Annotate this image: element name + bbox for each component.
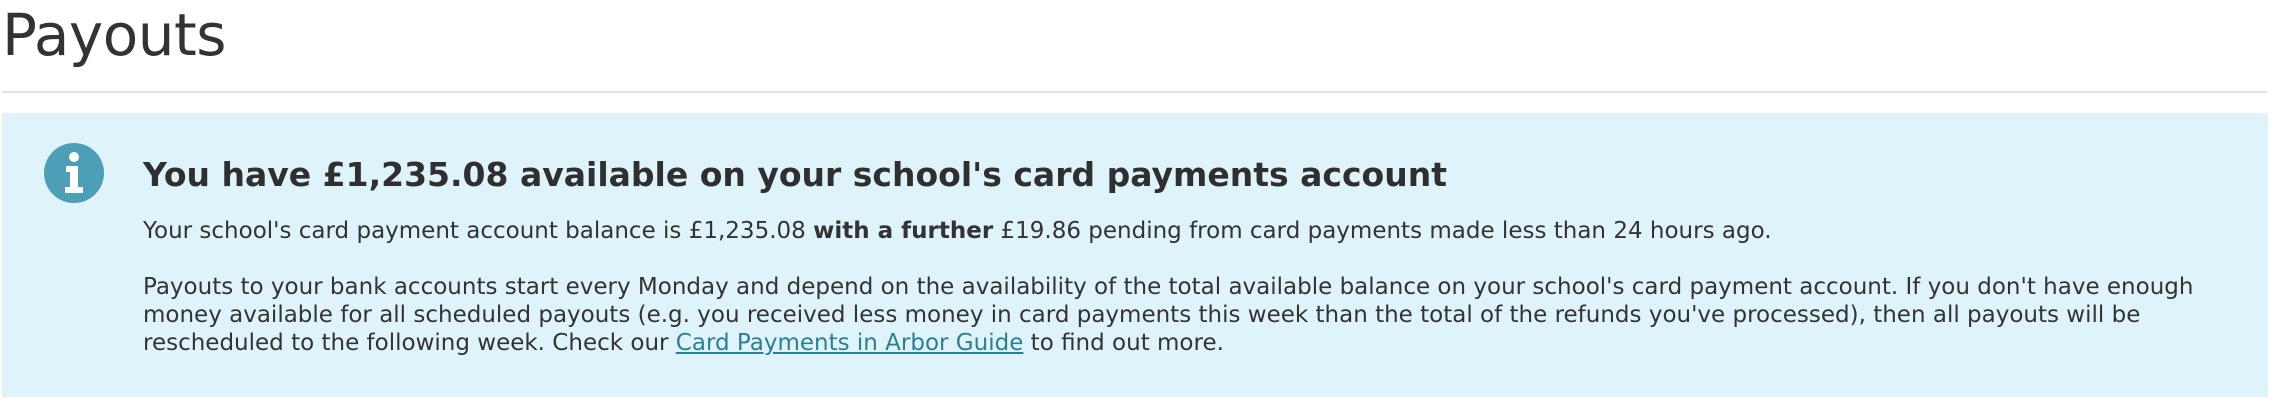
- notice-heading: You have £1,235.08 available on your sch…: [143, 155, 1447, 194]
- info-icon: [43, 142, 105, 204]
- balance-summary: Your school's card payment account balan…: [143, 216, 1772, 246]
- balance-text-emphasis: with a further: [813, 218, 994, 244]
- card-payments-guide-link[interactable]: Card Payments in Arbor Guide: [676, 330, 1024, 356]
- page-title: Payouts: [2, 1, 226, 69]
- title-divider: [2, 91, 2267, 93]
- payout-schedule-text: Payouts to your bank accounts start ever…: [143, 273, 2243, 357]
- payout-text-end: to find out more.: [1023, 330, 1224, 356]
- balance-text-end: £19.86 pending from card payments made l…: [993, 218, 1772, 244]
- balance-text-start: Your school's card payment account balan…: [143, 218, 814, 244]
- card-payments-notice: You have £1,235.08 available on your sch…: [2, 113, 2268, 397]
